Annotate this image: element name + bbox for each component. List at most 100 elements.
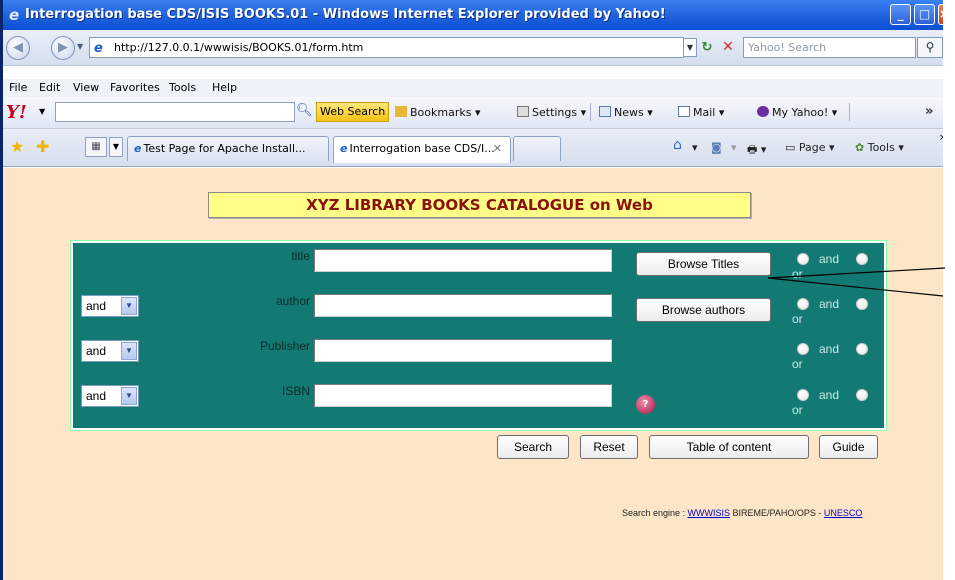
yahoo-toolbar-search-input[interactable] — [55, 102, 295, 122]
radio-and-label: and — [819, 388, 840, 402]
mail-label: Mail — [693, 106, 716, 119]
unesco-link[interactable]: UNESCO — [824, 508, 863, 518]
feeds-dropdown-icon[interactable]: ▾ — [731, 141, 737, 154]
home-dropdown-icon[interactable]: ▾ — [692, 141, 698, 154]
bookmarks-button[interactable]: Bookmarks ▾ — [395, 106, 481, 119]
menu-favorites[interactable]: Favorites — [110, 81, 160, 94]
mail-button[interactable]: Mail ▾ — [678, 106, 724, 119]
menu-tools[interactable]: Tools — [169, 81, 196, 94]
publisher-operator-select[interactable]: and ▼ — [81, 340, 139, 362]
footer-prefix: Search engine : — [622, 508, 688, 518]
search-button[interactable]: Search — [497, 435, 569, 459]
menu-file[interactable]: File — [9, 81, 27, 94]
browse-authors-button[interactable]: Browse authors — [636, 298, 771, 322]
reset-button[interactable]: Reset — [580, 435, 638, 459]
search-form-panel: title Browse Titles and or and ▼ author B… — [70, 240, 887, 431]
news-label: News — [614, 106, 644, 119]
radio-and[interactable] — [797, 343, 809, 355]
radio-and[interactable] — [797, 389, 809, 401]
yahoo-search-input[interactable]: Yahoo! Search — [743, 37, 916, 58]
operator-value: and — [86, 389, 107, 403]
tab-apache-test-page[interactable]: e Test Page for Apache Install... — [127, 136, 329, 161]
tab-close-icon[interactable]: ✕ — [493, 142, 502, 155]
publisher-operator-radios: and or — [792, 342, 877, 373]
page-title: XYZ LIBRARY BOOKS CATALOGUE on Web — [208, 192, 751, 218]
footer-middle: BIREME/PAHO/OPS - — [730, 508, 824, 518]
toolbar-separator — [590, 103, 591, 121]
page-menu[interactable]: ▭ Page ▾ — [785, 141, 835, 154]
isbn-operator-select[interactable]: and ▼ — [81, 385, 139, 407]
yahoo-toolbar: Y! ▼ 🔍︎ Web Search Bookmarks ▾ Settings … — [3, 97, 943, 129]
tools-menu[interactable]: ✿ Tools ▾ — [855, 141, 904, 154]
tab-bar: ★ ✚ ▦ ▼ e Test Page for Apache Install...… — [3, 129, 943, 167]
radio-or[interactable] — [856, 253, 868, 265]
publisher-input[interactable] — [314, 339, 612, 362]
news-button[interactable]: News ▾ — [599, 106, 653, 119]
recent-pages-dropdown-icon[interactable]: ▼ — [77, 42, 83, 51]
page-ie-icon: e — [94, 41, 103, 56]
address-bar[interactable]: e http://127.0.0.1/wwwisis/BOOKS.01/form… — [89, 37, 684, 58]
yahoo-menu-dropdown-icon[interactable]: ▼ — [39, 107, 45, 116]
tab-interrogation-base[interactable]: e Interrogation base CDS/I... ✕ — [333, 136, 511, 163]
isbn-label: ISBN — [281, 384, 310, 398]
maximize-button[interactable]: □ — [914, 4, 935, 25]
my-yahoo-button[interactable]: My Yahoo! ▾ — [757, 106, 837, 119]
chevron-down-icon: ▼ — [121, 387, 137, 405]
radio-and[interactable] — [797, 298, 809, 310]
yahoo-logo-icon[interactable]: Y! — [6, 102, 27, 123]
menu-edit[interactable]: Edit — [39, 81, 60, 94]
publisher-label: Publisher — [259, 339, 310, 353]
close-button[interactable]: × — [938, 4, 943, 25]
radio-and-label: and — [819, 342, 840, 356]
table-of-content-button[interactable]: Table of content — [649, 435, 809, 459]
home-icon[interactable]: ⌂ — [673, 137, 682, 153]
title-input[interactable] — [314, 249, 612, 272]
chevron-down-icon: ▼ — [121, 297, 137, 315]
author-input[interactable] — [314, 294, 612, 317]
isbn-operator-radios: and or — [792, 388, 877, 419]
bookmarks-label: Bookmarks — [410, 106, 472, 119]
wwwisis-link[interactable]: WWWISIS — [688, 508, 731, 518]
new-tab-button[interactable] — [513, 136, 561, 161]
radio-or[interactable] — [856, 343, 868, 355]
menu-help[interactable]: Help — [212, 81, 237, 94]
toolbar-overflow-chevron-icon[interactable]: » — [925, 104, 933, 119]
search-go-button[interactable]: ⚲ — [917, 37, 943, 58]
page-menu-label: Page — [798, 141, 826, 154]
web-search-button[interactable]: Web Search — [316, 102, 390, 122]
radio-and[interactable] — [797, 253, 809, 265]
radio-or[interactable] — [856, 298, 868, 310]
tab-ie-icon: e — [340, 142, 348, 155]
feeds-icon[interactable]: ◙ — [711, 141, 722, 154]
magnifier-icon[interactable]: 🔍︎ — [296, 103, 313, 118]
title-label: title — [291, 249, 310, 263]
settings-label: Settings — [532, 106, 578, 119]
print-icon[interactable]: 🖶︎ ▾ — [747, 141, 766, 160]
quick-tabs-icon[interactable]: ▦ — [85, 137, 107, 157]
help-icon[interactable]: ? — [636, 395, 655, 414]
refresh-icon[interactable]: ↻ — [698, 38, 716, 57]
minimize-button[interactable]: _ — [890, 4, 911, 25]
footer-credits: Search engine : WWWISIS BIREME/PAHO/OPS … — [622, 508, 862, 518]
address-dropdown-button[interactable]: ▼ — [683, 38, 697, 57]
forward-button[interactable]: ▶ — [51, 36, 75, 60]
radio-or-label: or — [792, 312, 803, 326]
favorites-star-icon[interactable]: ★ — [10, 137, 24, 156]
author-operator-select[interactable]: and ▼ — [81, 295, 139, 317]
add-favorites-icon[interactable]: ✚ — [36, 137, 49, 156]
news-icon — [599, 106, 611, 117]
settings-button[interactable]: Settings ▾ — [517, 106, 586, 119]
back-button[interactable]: ◀ — [6, 36, 30, 60]
radio-or[interactable] — [856, 389, 868, 401]
browse-titles-button[interactable]: Browse Titles — [636, 252, 771, 276]
stop-icon[interactable]: ✕ — [719, 38, 737, 57]
tab-label: Test Page for Apache Install... — [143, 142, 306, 155]
tab-bar-close-icon[interactable]: × — [939, 133, 943, 143]
settings-icon — [517, 106, 529, 117]
menu-view[interactable]: View — [73, 81, 99, 94]
guide-button[interactable]: Guide — [819, 435, 878, 459]
isbn-input[interactable] — [314, 384, 612, 407]
tab-list-dropdown-icon[interactable]: ▼ — [109, 137, 123, 157]
radio-or-label: or — [792, 403, 803, 417]
author-operator-radios: and or — [792, 297, 877, 328]
